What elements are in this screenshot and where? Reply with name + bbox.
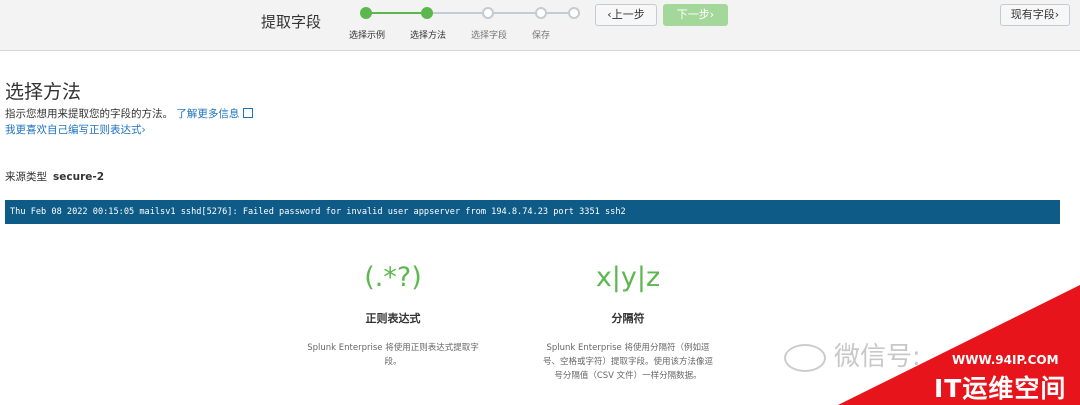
regex-icon: (.*?) — [364, 262, 422, 293]
write-regex-link[interactable]: 我更喜欢自己编写正则表达式› — [5, 122, 146, 137]
wizard-header: 提取字段 选择示例 选择方法 选择字段 保存 ‹上一步 下一步› 现有字段› — [0, 0, 1080, 51]
step-label-select-fields: 选择字段 — [470, 31, 508, 41]
external-link-icon — [243, 108, 254, 118]
step-label-save: 保存 — [531, 31, 551, 41]
step-label-select-sample: 选择示例 — [348, 31, 386, 41]
step-dot-select-method[interactable] — [421, 7, 433, 19]
method-name: 分隔符 — [611, 312, 645, 325]
step-dot-select-fields — [482, 7, 494, 19]
existing-fields-button[interactable]: 现有字段› — [1000, 4, 1070, 26]
step-progress: 选择示例 选择方法 选择字段 保存 — [348, 3, 588, 43]
method-desc: Splunk Enterprise 将使用分隔符（例如逗号、空格或字符）提取字段… — [542, 343, 713, 381]
source-type: 来源类型 secure-2 — [5, 169, 104, 184]
step-label-select-method: 选择方法 — [409, 31, 447, 41]
step-connector — [366, 12, 426, 14]
page-title: 选择方法 — [5, 81, 82, 103]
step-dot-select-sample[interactable] — [360, 7, 372, 19]
source-type-label: 来源类型 — [5, 171, 47, 183]
watermark-site-name: IT运维空间 — [934, 374, 1067, 403]
method-option-regex[interactable]: (.*?) 正则表达式 Splunk Enterprise 将使用正则表达式提取… — [303, 258, 483, 369]
sample-event: Thu Feb 08 2022 00:15:05 mailsv1 sshd[52… — [5, 200, 1060, 224]
wizard-title: 提取字段 — [261, 13, 322, 31]
method-option-delimiters[interactable]: x|y|z 分隔符 Splunk Enterprise 将使用分隔符（例如逗号、… — [538, 258, 718, 383]
source-type-value: secure-2 — [53, 171, 105, 183]
watermark-url: WWW.94IP.COM — [952, 353, 1059, 367]
learn-more-link[interactable]: 了解更多信息 — [176, 108, 254, 120]
delimiter-icon: x|y|z — [595, 262, 661, 293]
wechat-label: 微信号: — [834, 342, 921, 372]
method-desc: Splunk Enterprise 将使用正则表达式提取字段。 — [307, 343, 479, 367]
wechat-watermark: 微信号: — [784, 336, 921, 373]
description-text: 指示您想用来提取您的字段的方法。 — [5, 108, 173, 120]
previous-button[interactable]: ‹上一步 — [595, 4, 657, 26]
method-description: 指示您想用来提取您的字段的方法。 了解更多信息 — [5, 106, 254, 121]
wechat-icon — [784, 343, 826, 372]
step-dot-end — [568, 7, 580, 19]
next-button[interactable]: 下一步› — [663, 4, 728, 26]
method-name: 正则表达式 — [365, 312, 421, 325]
learn-more-label: 了解更多信息 — [176, 108, 240, 120]
step-dot-save — [535, 7, 547, 19]
